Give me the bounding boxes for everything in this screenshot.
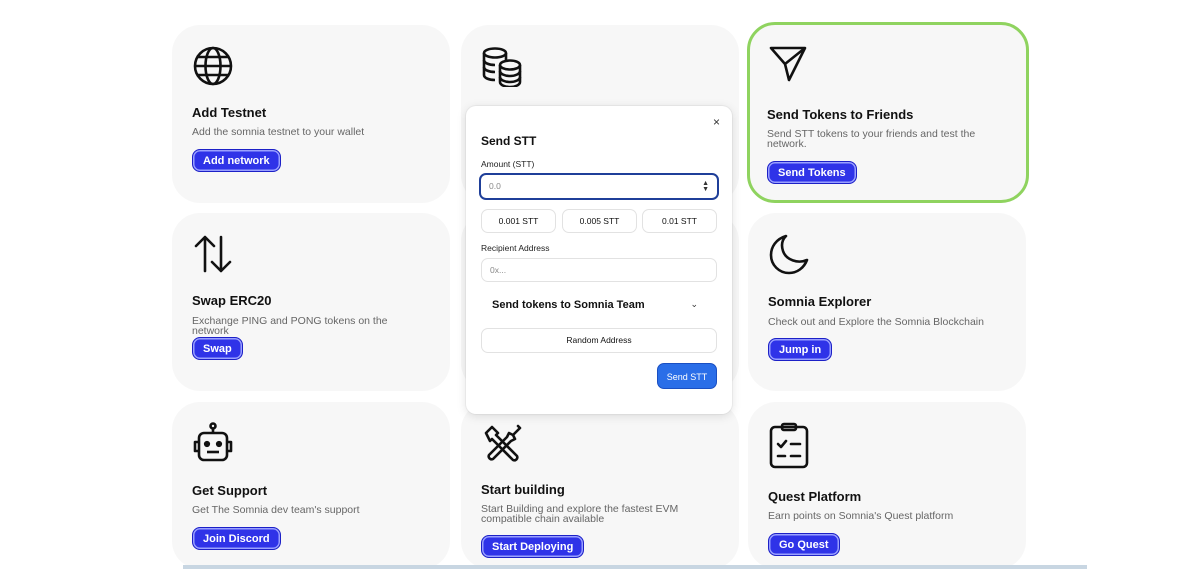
card-description: Check out and Explore the Somnia Blockch…: [768, 316, 984, 328]
go-quest-button[interactable]: Go Quest: [768, 533, 840, 556]
card-swap: Swap ERC20 Exchange PING and PONG tokens…: [172, 213, 450, 391]
moon-icon: [769, 234, 809, 275]
horizontal-scrollbar[interactable]: [183, 565, 1087, 569]
card-support: Get Support Get The Somnia dev team's su…: [172, 402, 450, 569]
start-deploying-button[interactable]: Start Deploying: [481, 535, 585, 558]
chevron-down-icon[interactable]: ⌄: [690, 299, 698, 310]
card-building: Start building Start Building and explor…: [461, 402, 739, 569]
preset-amount-001[interactable]: 0.01 STT: [642, 209, 717, 233]
card-title: Swap ERC20: [192, 293, 272, 308]
modal-title: Send STT: [481, 134, 537, 148]
preset-amount-0001[interactable]: 0.001 STT: [481, 209, 556, 233]
robot-icon: [193, 422, 233, 462]
globe-icon: [193, 46, 233, 86]
card-description: Add the somnia testnet to your wallet: [192, 126, 365, 138]
clipboard-checklist-icon: [769, 422, 809, 469]
card-title: Get Support: [192, 483, 268, 498]
send-stt-modal: × Send STT Amount (STT) 0.0 ▲ ▼ 0.001 STT…: [466, 106, 732, 414]
recipient-placeholder: 0x...: [490, 265, 507, 275]
swap-arrows-icon: [194, 235, 232, 273]
join-discord-button[interactable]: Join Discord: [192, 527, 281, 550]
card-title: Start building: [481, 482, 565, 497]
jump-in-button[interactable]: Jump in: [768, 338, 833, 361]
card-title: Send Tokens to Friends: [767, 107, 914, 122]
recipient-input[interactable]: 0x...: [481, 258, 717, 282]
paper-plane-icon: [769, 46, 807, 82]
random-address-button[interactable]: Random Address: [481, 328, 717, 353]
send-tokens-button[interactable]: Send Tokens: [767, 161, 857, 184]
send-stt-button[interactable]: Send STT: [657, 363, 717, 389]
card-add-testnet: Add Testnet Add the somnia testnet to yo…: [172, 25, 450, 203]
preset-amount-0005[interactable]: 0.005 STT: [562, 209, 637, 233]
tools-icon: [484, 424, 522, 462]
add-network-button[interactable]: Add network: [192, 149, 281, 172]
recipient-label: Recipient Address: [481, 243, 550, 253]
card-explorer: Somnia Explorer Check out and Explore th…: [748, 213, 1026, 391]
accordion-send-to-team[interactable]: Send tokens to Somnia Team: [492, 299, 645, 311]
card-description: Get The Somnia dev team's support: [192, 504, 360, 516]
card-title: Add Testnet: [192, 105, 267, 120]
card-send-tokens: Send Tokens to Friends Send STT tokens t…: [747, 22, 1029, 203]
swap-button[interactable]: Swap: [192, 337, 243, 360]
amount-label: Amount (STT): [481, 159, 535, 169]
close-icon[interactable]: ×: [713, 115, 720, 129]
amount-input[interactable]: 0.0 ▲ ▼: [479, 173, 719, 200]
card-description: Earn points on Somnia's Quest platform: [768, 510, 954, 522]
card-title: Quest Platform: [768, 489, 862, 504]
card-title: Somnia Explorer: [768, 294, 872, 309]
coins-stack-icon: [482, 47, 522, 87]
number-spinner-icon[interactable]: ▲ ▼: [702, 180, 709, 193]
card-description: Exchange PING and PONG tokens on the net…: [192, 315, 388, 337]
amount-placeholder: 0.0: [489, 181, 501, 191]
card-quest: Quest Platform Earn points on Somnia's Q…: [748, 402, 1026, 569]
card-description: Send STT tokens to your friends and test…: [767, 128, 976, 150]
card-description: Start Building and explore the fastest E…: [481, 503, 679, 525]
